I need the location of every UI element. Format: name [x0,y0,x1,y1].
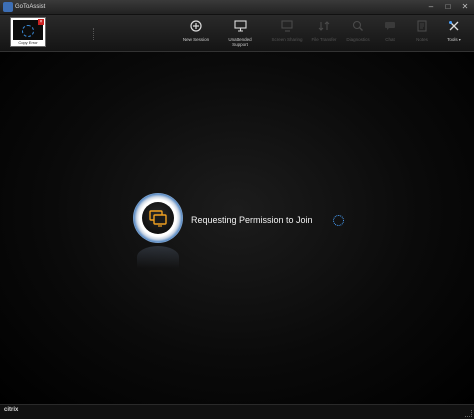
loading-spinner-icon [333,215,344,226]
file-transfer-icon [317,20,331,34]
window-title: GoToAssist [15,4,46,10]
tools-icon [447,20,461,34]
unattended-support-button[interactable]: Unattended Support [222,20,258,47]
chat-label: Chat [385,37,395,42]
notes-button[interactable]: Notes [404,20,440,42]
screen-sharing-button[interactable]: Screen Sharing [269,20,305,42]
diagnostics-label: Diagnostics [346,37,370,42]
minimize-button[interactable]: – [424,1,438,12]
file-transfer-button[interactable]: File Transfer [306,20,342,42]
loading-spinner-icon [22,25,34,37]
close-button[interactable]: ✕ [458,1,472,12]
screen-sharing-label: Screen Sharing [271,37,303,42]
notes-label: Notes [416,37,428,42]
session-tab-label: Copy Error [18,40,38,45]
status-message: Requesting Permission to Join [191,215,313,225]
plus-circle-icon [189,20,203,34]
new-session-button[interactable]: New Session [178,20,214,42]
chat-icon [383,20,397,34]
tools-dropdown-icon: ▾ [457,37,461,42]
gotoassist-logo-icon [3,2,13,12]
ring-reflection [137,246,179,268]
notes-icon [415,20,429,34]
monitor-icon [233,20,247,34]
session-tab[interactable]: × Copy Error [10,17,46,47]
toolbar-grip[interactable] [93,28,96,40]
diagnostics-button[interactable]: Diagnostics [340,20,376,42]
unattended-support-label: Unattended Support [228,37,252,47]
tools-button[interactable]: Tools ▾ [436,20,472,42]
resize-grip-icon[interactable] [465,410,472,417]
diagnostics-icon [351,20,365,34]
file-transfer-label: File Transfer [311,37,337,42]
connection-ring [133,193,183,243]
title-bar: GoToAssist – □ ✕ [0,0,474,15]
new-session-label: New Session [182,37,210,42]
chat-button[interactable]: Chat [372,20,408,42]
maximize-button[interactable]: □ [441,1,455,12]
screen-share-icon [280,20,294,34]
citrix-logo: citrix [4,407,19,413]
tools-label: Tools [447,37,458,42]
close-session-icon[interactable]: × [38,19,44,25]
status-bar: citrix [0,404,474,419]
session-viewport [0,52,474,404]
remote-desktop-icon [142,202,174,234]
